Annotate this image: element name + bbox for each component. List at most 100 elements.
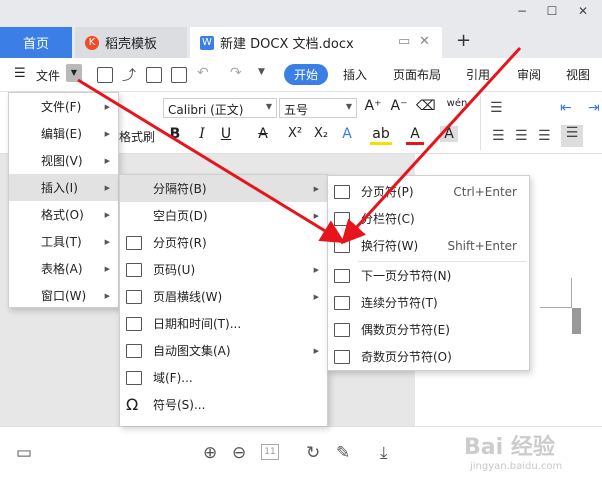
- break-submenu: 分页符(P) Ctrl+Enter 分栏符(C) 换行符(W) Shift+Ente…: [327, 175, 530, 371]
- decrease-indent-icon[interactable]: ⇤: [560, 100, 572, 116]
- save-icon[interactable]: [97, 67, 113, 83]
- minimize-button[interactable]: −: [512, 4, 532, 18]
- menu-item-header-line[interactable]: 页眉横线(W) ▶: [120, 283, 327, 310]
- menu-item-window[interactable]: 窗口(W) ▶: [9, 282, 118, 309]
- bullet-list-icon[interactable]: ☰: [490, 100, 503, 116]
- menu-item-separator[interactable]: 分隔符(B) ▶: [120, 175, 327, 202]
- chevron-right-icon: ▶: [104, 237, 110, 246]
- tab-page-layout[interactable]: 页面布局: [393, 66, 441, 83]
- chevron-right-icon: ▶: [104, 183, 110, 192]
- menu-item-format[interactable]: 格式(O) ▶: [9, 201, 118, 228]
- menu-item-page-number[interactable]: 页码(U) ▶: [120, 256, 327, 283]
- close-window-button[interactable]: ✕: [573, 4, 593, 18]
- menu-item-view[interactable]: 视图(V) ▶: [9, 147, 118, 174]
- menu-item-file[interactable]: 文件(F) ▶: [9, 93, 118, 120]
- pen-icon[interactable]: ✎: [336, 443, 350, 463]
- font-name-select[interactable]: Calibri (正文) ▼: [163, 98, 277, 118]
- menu-item-date-time[interactable]: 日期和时间(T)...: [120, 310, 327, 337]
- chevron-right-icon: ▶: [104, 156, 110, 165]
- tab-template[interactable]: K 稻壳模板: [75, 27, 187, 58]
- print-icon[interactable]: [146, 67, 162, 83]
- quick-access-more-icon[interactable]: ▼: [258, 67, 265, 77]
- wps-writer-window: − ☐ ✕ 首页 K 稻壳模板 W 新建 DOCX 文档.docx ▭ ✕ + …: [0, 0, 602, 486]
- tab-home[interactable]: 首页: [0, 27, 72, 58]
- font-size-select[interactable]: 五号 ▼: [279, 98, 357, 118]
- page-number-box[interactable]: 11: [261, 444, 279, 460]
- bold-button[interactable]: B: [166, 126, 184, 142]
- grow-font-button[interactable]: A⁺: [364, 98, 382, 114]
- text-effect-button[interactable]: A: [338, 126, 356, 142]
- menu-item-label: 偶数页分节符(E): [361, 323, 450, 337]
- superscript-button[interactable]: X²: [283, 126, 307, 141]
- menu-item-label: 编辑(E): [41, 127, 82, 141]
- menu-item-page-break[interactable]: 分页符(R): [120, 229, 327, 256]
- align-right-icon[interactable]: ☰: [538, 128, 551, 144]
- char-shading-button[interactable]: A: [440, 126, 458, 142]
- menu-item-insert[interactable]: 插入(I) ▶: [9, 174, 118, 201]
- underline-button[interactable]: U: [217, 126, 235, 142]
- italic-button[interactable]: I: [193, 126, 211, 142]
- rotate-icon[interactable]: ↻: [306, 443, 320, 463]
- file-menu-button[interactable]: 文件: [36, 67, 60, 84]
- page-break-icon: [334, 184, 350, 199]
- status-bar: ▭ ⊕ ⊖ 11 ↻ ✎ ⤓ Bai 经验 jingyan.baidu.com: [0, 426, 602, 486]
- tab-view[interactable]: 视图: [566, 66, 590, 83]
- title-bar: − ☐ ✕ 首页 K 稻壳模板 W 新建 DOCX 文档.docx ▭ ✕ +: [0, 0, 602, 58]
- tab-review[interactable]: 审阅: [517, 66, 541, 83]
- font-color-button[interactable]: A: [406, 126, 424, 145]
- undo-history-icon[interactable]: ⤴: [122, 65, 136, 85]
- shortcut-label: Ctrl+Enter: [453, 184, 517, 199]
- watermark-logo: Bai 经验: [464, 435, 555, 460]
- menu-item-label: 换行符(W): [361, 239, 419, 253]
- menu-item-symbol[interactable]: Ω 符号(S)...: [120, 391, 327, 418]
- new-tab-button[interactable]: +: [456, 30, 471, 51]
- menu-item-even-page-section[interactable]: 偶数页分节符(E): [328, 316, 529, 343]
- menu-item-odd-page-section[interactable]: 奇数页分节符(O): [328, 343, 529, 370]
- tab-references[interactable]: 引用: [466, 66, 490, 83]
- download-icon[interactable]: ⤓: [380, 443, 388, 463]
- align-left-icon[interactable]: ☰: [492, 128, 505, 144]
- redo-icon[interactable]: ↷: [230, 65, 242, 81]
- justify-icon[interactable]: ☰: [561, 125, 583, 147]
- menu-item-label: 窗口(W): [41, 289, 87, 303]
- highlight-button[interactable]: ab: [370, 126, 392, 145]
- align-center-icon[interactable]: ☰: [515, 128, 528, 144]
- phonetic-guide-button[interactable]: wén: [444, 98, 470, 109]
- tab-document-label: 新建 DOCX 文档.docx: [220, 37, 354, 52]
- increase-indent-icon[interactable]: ⇥: [588, 100, 600, 116]
- format-painter-label[interactable]: 格式刷: [119, 128, 155, 145]
- clear-format-button[interactable]: ⌫: [416, 98, 436, 114]
- menu-item-continuous-section[interactable]: 连续分节符(T): [328, 289, 529, 316]
- print-preview-icon[interactable]: [171, 67, 187, 83]
- zoom-out-icon[interactable]: ⊖: [232, 443, 246, 463]
- maximize-button[interactable]: ☐: [542, 4, 562, 18]
- undo-icon[interactable]: ↶: [197, 65, 209, 81]
- menu-item-tools[interactable]: 工具(T) ▶: [9, 228, 118, 255]
- menu-item-page-break-p[interactable]: 分页符(P) Ctrl+Enter: [328, 178, 529, 205]
- menu-item-next-page-section[interactable]: 下一页分节符(N): [328, 262, 529, 289]
- screen-icon[interactable]: ▭: [398, 34, 410, 49]
- menu-item-label: 格式(O): [41, 208, 84, 222]
- close-tab-icon[interactable]: ✕: [419, 34, 430, 49]
- subscript-button[interactable]: X₂: [309, 126, 333, 141]
- insert-submenu: 分隔符(B) ▶ 空白页(D) ▶ 分页符(R) 页码(U) ▶ 页眉横线(W) ▶ 日…: [119, 174, 328, 426]
- menu-item-line-break[interactable]: 换行符(W) Shift+Enter: [328, 232, 529, 259]
- tab-start[interactable]: 开始: [284, 64, 329, 85]
- margin-corner-mark: [540, 307, 572, 308]
- menu-item-label: 表格(A): [41, 262, 83, 276]
- menu-item-label: 插入(I): [41, 181, 78, 195]
- shrink-font-button[interactable]: A⁻: [390, 98, 408, 114]
- menu-item-column-break[interactable]: 分栏符(C): [328, 205, 529, 232]
- font-size-value: 五号: [284, 103, 309, 117]
- layout-toggle-icon[interactable]: ▭: [16, 443, 32, 463]
- menu-item-edit[interactable]: 编辑(E) ▶: [9, 120, 118, 147]
- zoom-in-icon[interactable]: ⊕: [203, 443, 217, 463]
- field-icon: [126, 370, 142, 385]
- chevron-down-icon[interactable]: ▼: [66, 64, 82, 82]
- menu-item-blank-page[interactable]: 空白页(D) ▶: [120, 202, 327, 229]
- tab-insert[interactable]: 插入: [343, 66, 367, 83]
- strikethrough-button[interactable]: A: [254, 126, 272, 142]
- menu-item-field[interactable]: 域(F)...: [120, 364, 327, 391]
- menu-item-table[interactable]: 表格(A) ▶: [9, 255, 118, 282]
- menu-item-autotext[interactable]: 自动图文集(A) ▶: [120, 337, 327, 364]
